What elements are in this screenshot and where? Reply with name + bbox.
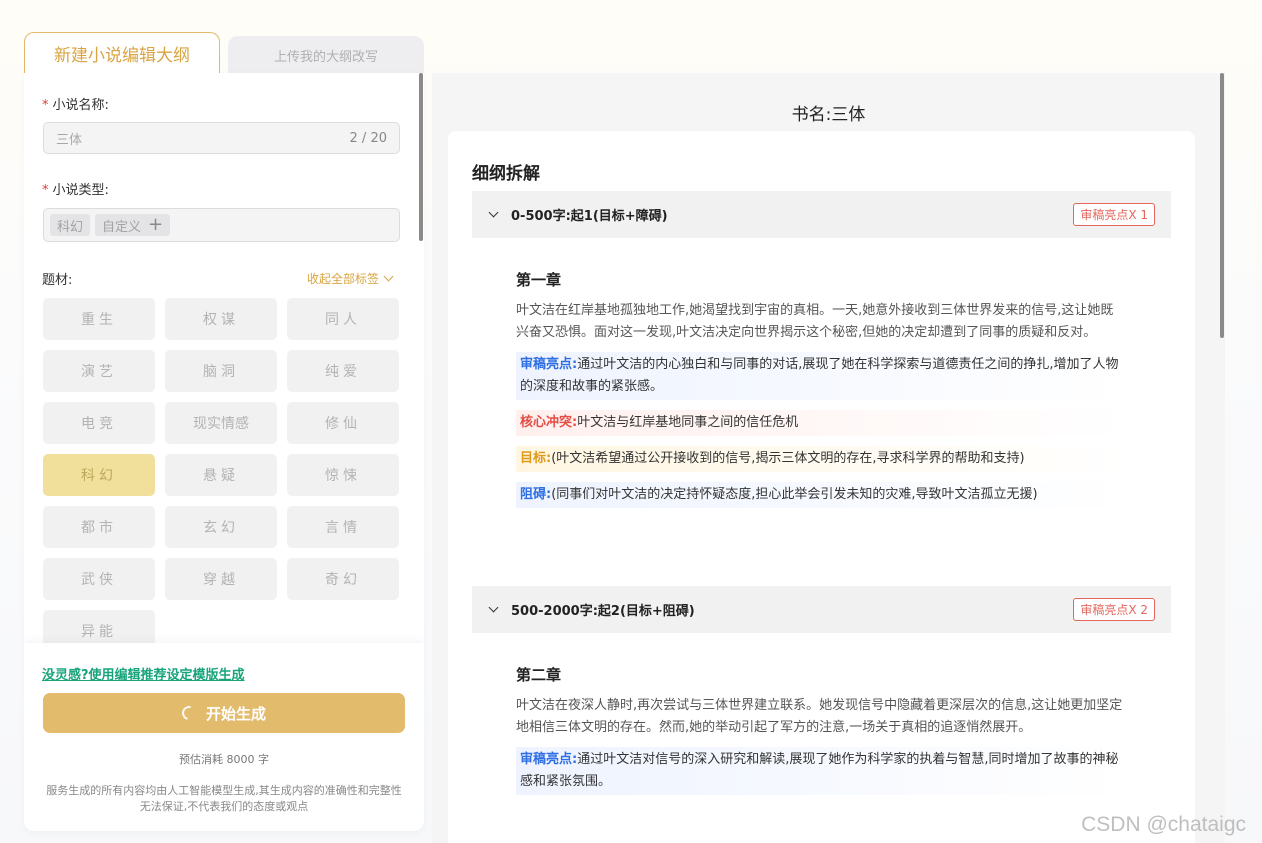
novel-name-label: * 小说名称: [42,98,109,113]
tab-new-outline[interactable]: 新建小说编辑大纲 [24,32,220,74]
genre-button[interactable]: 玄幻 [165,506,277,548]
chapter-block-2: 第二章 叶文洁在夜深人静时,再次尝试与三体世界建立联系。她发现信号中隐藏着更深层… [516,664,1126,795]
genre-button[interactable]: 惊悚 [287,454,399,496]
section-range: 500-2000字:起2(目标+阻碍) [511,604,695,619]
genre-button[interactable]: 穿越 [165,558,277,600]
type-tag-scifi[interactable]: 科幻 [50,214,91,236]
chevron-down-icon [383,271,394,282]
genre-button[interactable]: 现实情感 [165,402,277,444]
genre-button[interactable]: 演艺 [43,350,155,392]
mode-tabs: 新建小说编辑大纲 上传我的大纲改写 [24,32,424,74]
review-note: 审稿亮点:通过叶文洁对信号的深入研究和解读,展现了她作为科学家的执着与智慧,同时… [516,747,1126,795]
goal-note: 目标:(叶文洁希望通过公开接收到的信号,揭示三体文明的存在,寻求科学界的帮助和支… [516,446,1126,472]
settings-scroll-area: * 小说名称: 三体 2 / 20 * 小说类型: 科幻 自定义 + 题材: 收起全部… [24,73,424,643]
outline-heading: 细纲拆解 [472,164,540,184]
tab-upload-outline[interactable]: 上传我的大纲改写 [228,36,424,74]
conflict-note: 核心冲突:叶文洁与红岸基地同事之间的信任危机 [516,410,1126,436]
preview-scrollbar[interactable] [1220,73,1224,338]
chapter-title: 第一章 [516,271,562,289]
ai-disclaimer: 服务生成的所有内容均由人工智能模型生成,其生成内容的准确性和完整性无法保证,不代… [46,784,402,813]
genre-button[interactable]: 都市 [43,506,155,548]
chapter-body: 叶文洁在夜深人静时,再次尝试与三体世界建立联系。她发现信号中隐藏着更深层次的信息… [516,698,1123,735]
genre-button-selected[interactable]: 科幻 [43,454,155,496]
novel-type-label: * 小说类型: [42,183,109,198]
char-count: 2 / 20 [349,130,387,146]
obstacle-note: 阻碍:(同事们对叶文洁的决定持怀疑态度,担心此举会引发未知的灾难,导致叶文洁孤立… [516,482,1126,508]
chapter-block-1: 第一章 叶文洁在红岸基地孤独地工作,她渴望找到宇宙的真相。一天,她意外接收到三体… [516,269,1126,508]
review-highlight-badge: 审稿亮点X 2 [1073,598,1155,621]
outline-card: 细纲拆解 0-500字:起1(目标+障碍) 审稿亮点X 1 第一章 叶文洁在红岸… [448,131,1195,843]
genre-button[interactable]: 悬疑 [165,454,277,496]
generate-footer: 没灵感?使用编辑推荐设定模版生成 开始生成 预估消耗 8000 字 服务生成的所… [24,643,424,831]
book-title: 书名:三体 [791,105,866,125]
chevron-down-icon [488,207,499,218]
chapter-body: 叶文洁在红岸基地孤独地工作,她渴望找到宇宙的真相。一天,她意外接收到三体世界发来… [516,303,1114,340]
genre-button[interactable]: 电竞 [43,402,155,444]
genre-button[interactable]: 同人 [287,298,399,340]
genre-button[interactable]: 脑洞 [165,350,277,392]
settings-panel: * 小说名称: 三体 2 / 20 * 小说类型: 科幻 自定义 + 题材: 收起全部… [24,73,424,831]
genre-button[interactable]: 言情 [287,506,399,548]
loading-spinner-icon [179,703,199,723]
novel-name-value: 三体 [56,132,83,148]
chapter-title: 第二章 [516,666,562,684]
start-generate-label: 开始生成 [205,704,266,723]
genre-button[interactable]: 修仙 [287,402,399,444]
novel-type-input[interactable]: 科幻 自定义 + [43,208,400,242]
genre-button[interactable]: 权谋 [165,298,277,340]
template-link[interactable]: 没灵感?使用编辑推荐设定模版生成 [42,664,245,683]
review-highlight-badge: 审稿亮点X 1 [1073,203,1155,226]
genre-button[interactable]: 奇幻 [287,558,399,600]
chevron-down-icon [488,602,499,613]
outline-preview-panel: 书名:三体 细纲拆解 0-500字:起1(目标+障碍) 审稿亮点X 1 第一章 … [432,73,1225,843]
section-header-1[interactable]: 0-500字:起1(目标+障碍) 审稿亮点X 1 [472,191,1171,238]
watermark: CSDN @chataigc [1081,813,1246,836]
estimated-cost: 预估消耗 8000 字 [179,753,269,766]
section-header-2[interactable]: 500-2000字:起2(目标+阻碍) 审稿亮点X 2 [472,586,1171,633]
genre-button[interactable]: 重生 [43,298,155,340]
start-generate-button[interactable]: 开始生成 [43,693,405,733]
genre-button[interactable]: 纯爱 [287,350,399,392]
review-note: 审稿亮点:通过叶文洁的内心独白和与同事的对话,展现了她在科学探索与道德责任之间的… [516,352,1126,400]
type-tag-custom[interactable]: 自定义 + [95,214,171,236]
novel-name-input[interactable]: 三体 2 / 20 [43,122,400,154]
section-range: 0-500字:起1(目标+障碍) [511,209,668,224]
collapse-tags-link[interactable]: 收起全部标签 [307,270,394,287]
settings-scrollbar[interactable] [419,73,423,241]
genre-button[interactable]: 武侠 [43,558,155,600]
plus-icon[interactable]: + [148,216,163,234]
theme-label: 题材: [42,273,73,288]
genre-button[interactable]: 异能 [43,610,155,643]
